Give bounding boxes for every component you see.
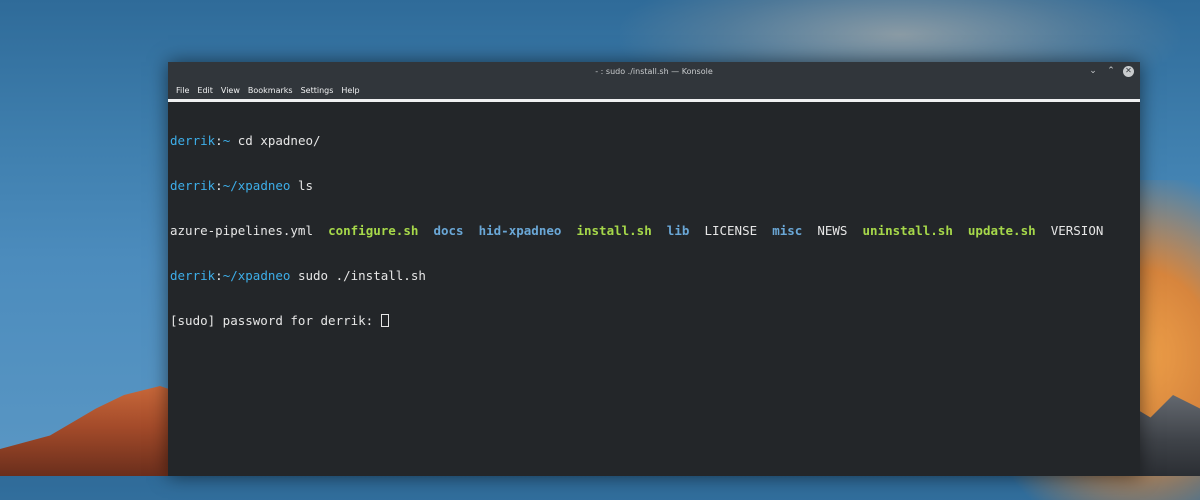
password-prompt: [sudo] password for derrik: <box>170 313 381 328</box>
menu-settings[interactable]: Settings <box>297 86 338 95</box>
menu-edit[interactable]: Edit <box>193 86 217 95</box>
menu-view[interactable]: View <box>217 86 244 95</box>
close-icon[interactable]: ✕ <box>1123 65 1134 77</box>
menu-bar: File Edit View Bookmarks Settings Help <box>168 81 1140 99</box>
listing-item: azure-pipelines.yml <box>170 223 313 238</box>
prompt-path: ~/xpadneo <box>222 178 291 193</box>
listing-item: hid-xpadneo <box>478 223 562 238</box>
listing-item: install.sh <box>576 223 652 238</box>
prompt-user: derrik <box>170 133 216 148</box>
konsole-window: - : sudo ./install.sh — Konsole ⌄ ⌃ ✕ Fi… <box>168 62 1140 476</box>
command-text: ls <box>290 178 313 193</box>
prompt-path: ~/xpadneo <box>222 268 291 283</box>
menu-bookmarks[interactable]: Bookmarks <box>244 86 297 95</box>
title-bar[interactable]: - : sudo ./install.sh — Konsole ⌄ ⌃ ✕ <box>168 62 1140 81</box>
maximize-icon[interactable]: ⌃ <box>1105 65 1117 77</box>
terminal-line-ls: derrik:~/xpadneo ls <box>170 178 1138 193</box>
menu-help[interactable]: Help <box>337 86 363 95</box>
window-controls: ⌄ ⌃ ✕ <box>1087 65 1134 77</box>
listing-item: update.sh <box>967 223 1036 238</box>
minimize-icon[interactable]: ⌄ <box>1087 65 1099 77</box>
menu-file[interactable]: File <box>172 86 193 95</box>
command-text: sudo ./install.sh <box>290 268 426 283</box>
listing-item: lib <box>666 223 690 238</box>
prompt-separator: : <box>215 178 223 193</box>
listing-item: VERSION <box>1050 223 1104 238</box>
prompt-separator: : <box>215 133 223 148</box>
command-text: cd xpadneo/ <box>230 133 321 148</box>
terminal-line-listing: azure-pipelines.yml configure.sh docs hi… <box>170 223 1138 238</box>
terminal-output[interactable]: derrik:~ cd xpadneo/ derrik:~/xpadneo ls… <box>168 102 1140 476</box>
terminal-line-password: [sudo] password for derrik: <box>170 313 1138 328</box>
listing-item: misc <box>772 223 803 238</box>
listing-item: docs <box>433 223 464 238</box>
listing-item: uninstall.sh <box>862 223 953 238</box>
listing-item: configure.sh <box>328 223 419 238</box>
listing-item: NEWS <box>817 223 848 238</box>
prompt-user: derrik <box>170 178 216 193</box>
window-title: - : sudo ./install.sh — Konsole <box>595 67 713 76</box>
listing-item: LICENSE <box>704 223 758 238</box>
prompt-user: derrik <box>170 268 216 283</box>
terminal-line-sudo: derrik:~/xpadneo sudo ./install.sh <box>170 268 1138 283</box>
prompt-separator: : <box>215 268 223 283</box>
text-cursor[interactable] <box>380 314 389 327</box>
terminal-line-cd: derrik:~ cd xpadneo/ <box>170 133 1138 148</box>
